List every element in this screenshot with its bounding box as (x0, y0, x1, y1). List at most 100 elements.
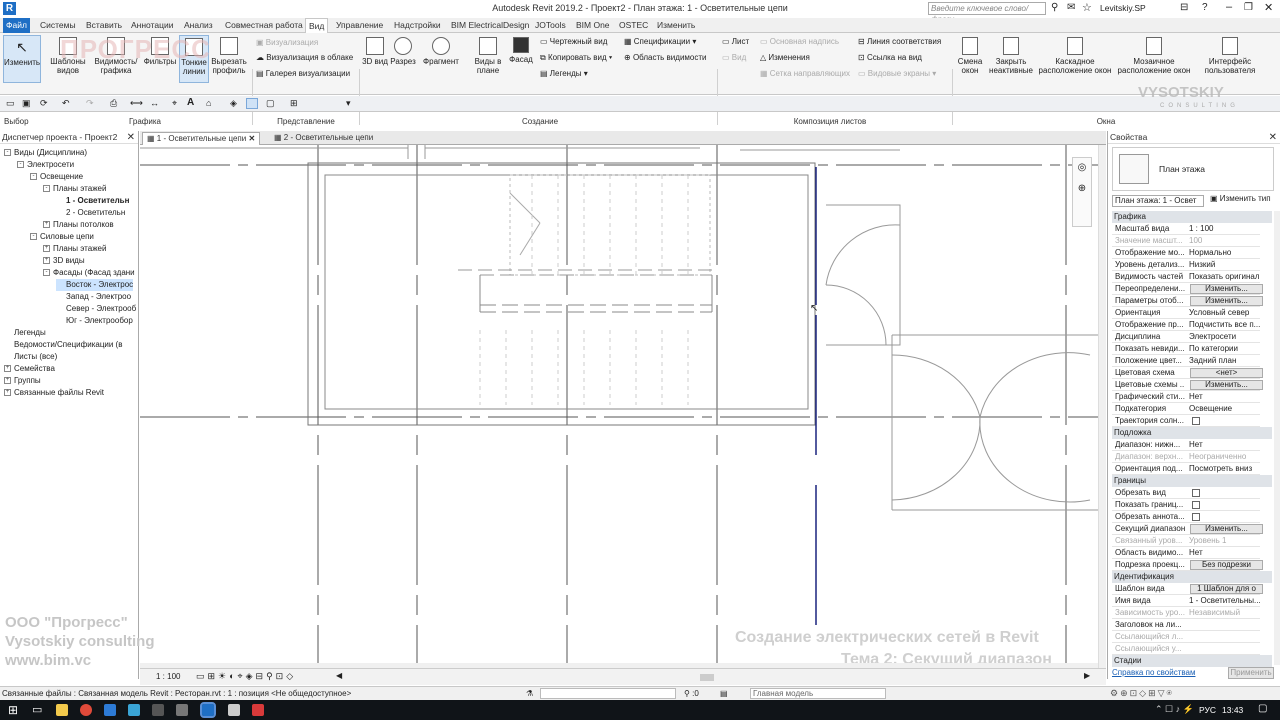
property-group-header[interactable]: Подложка (1112, 427, 1272, 439)
property-value[interactable]: 1 - Осветительны... (1189, 595, 1262, 607)
zoom-icon[interactable]: ⊕ (1073, 183, 1091, 194)
property-checkbox[interactable] (1192, 513, 1200, 521)
filter-icon[interactable]: ⚗ (526, 687, 533, 700)
property-row[interactable]: Положение цвет... Задний план (1112, 355, 1260, 367)
explorer-icon[interactable] (56, 704, 68, 716)
property-value[interactable]: По категории (1189, 343, 1262, 355)
clock[interactable]: 13:43 (1222, 705, 1243, 715)
edit-type-button[interactable]: ▣ Изменить тип (1210, 194, 1271, 203)
maximize-icon[interactable]: ❐ (1244, 2, 1253, 13)
property-row[interactable]: Ориентация под... Посмотреть вниз (1112, 463, 1260, 475)
section-icon[interactable]: ◈ (230, 98, 237, 109)
tab-modify[interactable]: Изменить (654, 18, 698, 33)
close-icon[interactable]: ✕ (248, 134, 255, 143)
cart-icon[interactable]: ⊟ (1180, 2, 1188, 13)
elevation-button[interactable]: Фасад (507, 37, 535, 64)
canvas-vscroll[interactable] (1098, 145, 1106, 668)
collapse-icon[interactable]: - (17, 161, 24, 169)
tab-collaborate[interactable]: Совместная работа (222, 18, 306, 33)
type-selector[interactable]: План этажа (1112, 147, 1274, 191)
app-icon[interactable] (128, 704, 140, 716)
browser-item[interactable]: + Планы потолков (43, 219, 114, 231)
expand-icon[interactable]: + (4, 389, 11, 397)
property-row[interactable]: Ссылающийся у... (1112, 643, 1260, 655)
browser-item[interactable]: - Виды (Дисциплина) (4, 147, 87, 159)
tab-file[interactable]: Файл (3, 18, 30, 33)
browser-item[interactable]: - Фасады (Фасад здани (43, 267, 135, 279)
minimize-icon[interactable]: – (1226, 1, 1232, 13)
property-row[interactable]: Масштаб вида 1 : 100 (1112, 223, 1260, 235)
render-button[interactable]: ▣ Визуализация (256, 38, 318, 48)
property-group-header[interactable]: Идентификация (1112, 571, 1272, 583)
tab-ostec[interactable]: OSTEC (616, 18, 651, 33)
cut-profile-button[interactable]: Вырезать профиль (210, 37, 248, 75)
drafting-view-button[interactable]: ▭ Чертежный вид (540, 37, 607, 47)
task-view-icon[interactable]: ▭ (32, 703, 42, 716)
switch-windows-button[interactable]: Смена окон (955, 37, 985, 75)
property-row[interactable]: Диапазон: верхн... Неограниченно (1112, 451, 1260, 463)
tab-annotate[interactable]: Аннотации (128, 18, 177, 33)
browser-item[interactable]: Запад - Электроо (56, 291, 131, 303)
properties-scrollbar[interactable] (1274, 211, 1280, 665)
property-value[interactable]: Нет (1189, 547, 1262, 559)
property-group-header[interactable]: Стадии (1112, 655, 1272, 667)
property-row[interactable]: Подрезка проекц... Без подрезки (1112, 559, 1263, 571)
workset-select[interactable] (540, 688, 676, 699)
browser-item[interactable]: + Планы этажей (43, 243, 106, 255)
main-model-select[interactable]: Главная модель (750, 688, 886, 699)
revit-taskbar-icon[interactable] (200, 702, 216, 718)
property-row[interactable]: Имя вида 1 - Осветительны... (1112, 595, 1262, 607)
redo-icon[interactable]: ↷ (86, 98, 94, 109)
scroll-right-icon[interactable]: ▶ (1084, 671, 1090, 680)
render-gallery-button[interactable]: ▤ Галерея визуализации (256, 69, 350, 79)
property-value[interactable]: Нормально (1189, 247, 1262, 259)
browser-item[interactable]: 1 - Осветительн (56, 195, 129, 207)
sync-icon[interactable]: ⟳ (40, 98, 48, 109)
duplicate-view-button[interactable]: ⧉ Копировать вид ▾ (540, 53, 612, 63)
property-value[interactable]: Подчистить все п... (1189, 319, 1262, 331)
title-block-button[interactable]: ▭ Основная надпись (760, 37, 839, 47)
browser-item[interactable]: - Силовые цепи (30, 231, 94, 243)
render-in-cloud-button[interactable]: ☁ Визуализация в облаке (256, 53, 353, 63)
viewports-button[interactable]: ▭ Видовые экраны ▾ (858, 69, 936, 79)
browser-item[interactable]: - Электросети (17, 159, 74, 171)
tray-icons[interactable]: ⌃ ☐ ♪ ⚡ (1155, 704, 1194, 715)
browser-item[interactable]: Север - Электрооб (56, 303, 136, 315)
close-icon[interactable]: ✕ (1264, 1, 1273, 14)
tab-jotools[interactable]: JOTools (532, 18, 569, 33)
property-edit-button[interactable]: Изменить... (1190, 380, 1263, 390)
guide-grid-button[interactable]: ▦ Сетка направляющих (760, 69, 850, 79)
save-icon[interactable]: ▣ (22, 98, 31, 109)
browser-item[interactable]: Восток - Электрос (56, 279, 134, 291)
thin-lines-icon[interactable] (246, 98, 258, 109)
expand-icon[interactable]: + (43, 257, 50, 265)
scroll-left-icon[interactable]: ◀ (336, 671, 342, 680)
cascade-windows-button[interactable]: Каскадное расположение окон (1036, 37, 1114, 75)
property-row[interactable]: Параметры отоб... Изменить... (1112, 295, 1263, 307)
property-row[interactable]: Зависимость уро... Независимый (1112, 607, 1260, 619)
tab-view-1[interactable]: ▦ 1 - Осветительные цепи ✕ (142, 132, 261, 145)
view-reference-button[interactable]: ⊡ Ссылка на вид (858, 53, 922, 63)
binoculars-icon[interactable]: ⚲ (1051, 2, 1058, 13)
property-row[interactable]: Область видимо... Нет (1112, 547, 1260, 559)
property-row[interactable]: Показать границ... (1112, 499, 1260, 511)
property-row[interactable]: Обрезать аннота... (1112, 511, 1260, 523)
close-inactive-button[interactable]: Закрыть неактивные (988, 37, 1034, 75)
tab-addins[interactable]: Надстройки (391, 18, 444, 33)
undo-icon[interactable]: ↶ (62, 98, 70, 109)
property-value[interactable]: Условный север (1189, 307, 1262, 319)
property-row[interactable]: Подкатегория Освещение (1112, 403, 1260, 415)
keyboard-language[interactable]: РУС (1199, 705, 1216, 715)
property-row[interactable]: Графический сти... Нет (1112, 391, 1260, 403)
modify-button[interactable]: ↖ Изменить (3, 35, 41, 83)
switch-windows-icon[interactable]: ⊞ (290, 98, 298, 109)
collapse-icon[interactable]: - (4, 149, 11, 157)
3d-view-button[interactable]: 3D вид (362, 37, 388, 66)
property-value[interactable]: Независимый (1189, 607, 1262, 619)
property-edit-button[interactable]: Без подрезки (1190, 560, 1263, 570)
app-icon[interactable] (104, 704, 116, 716)
apply-button[interactable]: Применить (1228, 667, 1274, 679)
property-value[interactable]: Задний план (1189, 355, 1262, 367)
scope-box-button[interactable]: ⊕ Область видимости (624, 53, 707, 63)
property-checkbox[interactable] (1192, 501, 1200, 509)
